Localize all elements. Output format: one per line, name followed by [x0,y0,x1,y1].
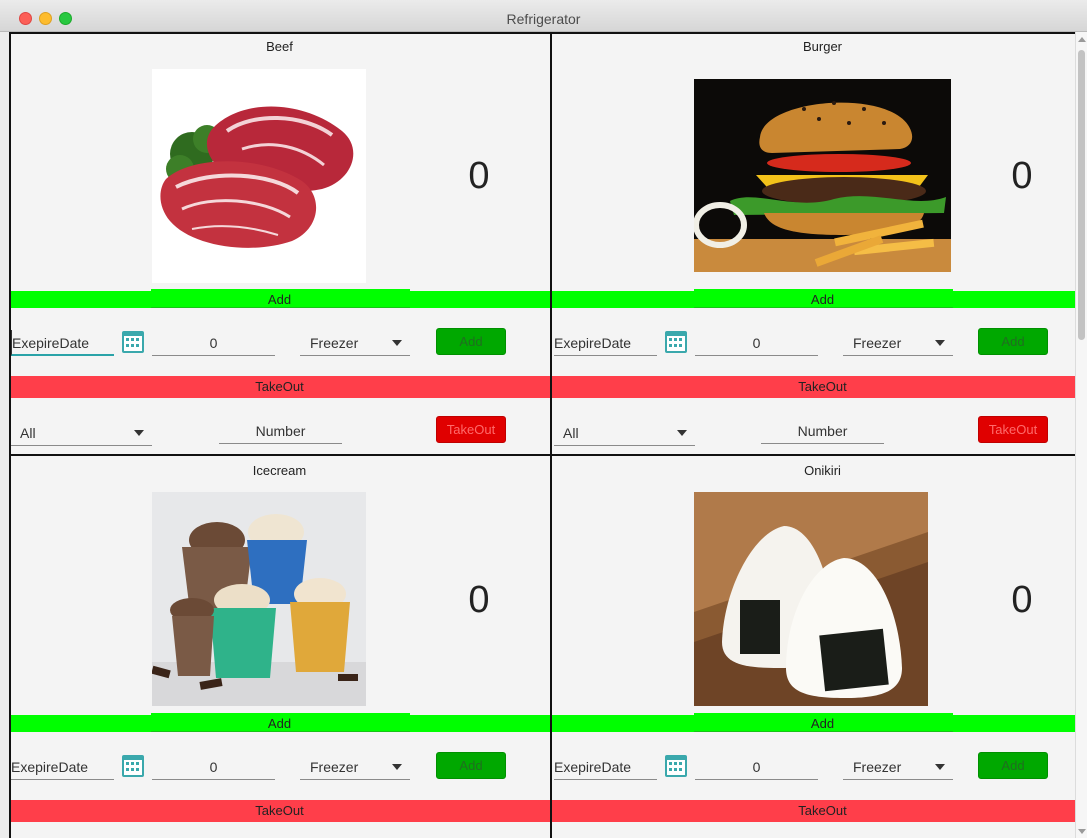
food-panel-burger: Burger 0 Add ExepireDate 0 Freezer Add T… [552,32,1075,454]
stock-count: 0 [1011,579,1033,621]
quantity-field[interactable]: 0 [152,754,275,780]
add-button[interactable]: Add [436,328,506,355]
add-button[interactable]: Add [978,328,1048,355]
grid-border [9,32,1075,34]
chevron-down-icon [392,764,402,770]
location-select[interactable]: Freezer [843,754,953,780]
burger-photo [694,79,951,272]
stock-count: 0 [1011,155,1033,197]
expire-date-field[interactable]: ExepireDate [11,330,114,356]
stock-count: 0 [468,155,490,197]
window-titlebar: Refrigerator [0,0,1087,32]
expire-date-field[interactable]: ExepireDate [554,330,657,356]
quantity-field[interactable]: 0 [152,330,275,356]
location-select[interactable]: Freezer [300,330,410,356]
vertical-scrollbar[interactable] [1075,32,1087,838]
stock-count: 0 [468,579,490,621]
takeout-section-header: TakeOut [552,376,1075,398]
add-section-header: Add [9,289,550,308]
filter-select[interactable]: All [554,420,695,446]
scrollbar-thumb[interactable] [1078,50,1085,340]
number-field[interactable]: Number [219,418,342,444]
add-button[interactable]: Add [978,752,1048,779]
food-title: Onikiri [804,463,841,478]
food-panel-onikiri: Onikiri 0 Add ExepireDate 0 Freezer Add … [552,456,1075,838]
add-section-header: Add [552,289,1075,308]
expire-date-field[interactable]: ExepireDate [554,754,657,780]
scroll-up-icon[interactable] [1078,37,1086,42]
food-panel-icecream: Icecream 0 Add ExepireDate 0 Freezer Add… [9,456,550,838]
beef-photo [152,69,366,283]
add-button[interactable]: Add [436,752,506,779]
window-title: Refrigerator [506,11,581,27]
filter-select[interactable]: All [11,420,152,446]
calendar-icon[interactable] [122,755,144,777]
chevron-down-icon [392,340,402,346]
takeout-section-header: TakeOut [552,800,1075,822]
quantity-field[interactable]: 0 [695,754,818,780]
scroll-down-icon[interactable] [1078,829,1086,834]
number-field[interactable]: Number [761,418,884,444]
food-grid: Beef 0 Add ExepireDate 0 Freezer Add Tak… [9,32,1075,838]
takeout-section-header: TakeOut [9,800,550,822]
takeout-button[interactable]: TakeOut [436,416,506,443]
chevron-down-icon [134,430,144,436]
food-title: Burger [802,39,843,54]
grid-border [9,32,11,838]
grid-divider-vertical [550,32,552,838]
onigiri-photo [694,492,928,706]
grid-divider-horizontal [9,454,1075,456]
chevron-down-icon [677,430,687,436]
chevron-down-icon [935,764,945,770]
location-select[interactable]: Freezer [300,754,410,780]
food-panel-beef: Beef 0 Add ExepireDate 0 Freezer Add Tak… [9,32,550,454]
add-section-header: Add [552,713,1075,732]
takeout-section-header: TakeOut [9,376,550,398]
food-title: Beef [266,39,293,54]
expire-date-field[interactable]: ExepireDate [11,754,114,780]
calendar-icon[interactable] [665,755,687,777]
food-title: Icecream [252,463,307,478]
icecream-photo [152,492,366,706]
quantity-field[interactable]: 0 [695,330,818,356]
chevron-down-icon [935,340,945,346]
takeout-button[interactable]: TakeOut [978,416,1048,443]
calendar-icon[interactable] [665,331,687,353]
calendar-icon[interactable] [122,331,144,353]
location-select[interactable]: Freezer [843,330,953,356]
add-section-header: Add [9,713,550,732]
